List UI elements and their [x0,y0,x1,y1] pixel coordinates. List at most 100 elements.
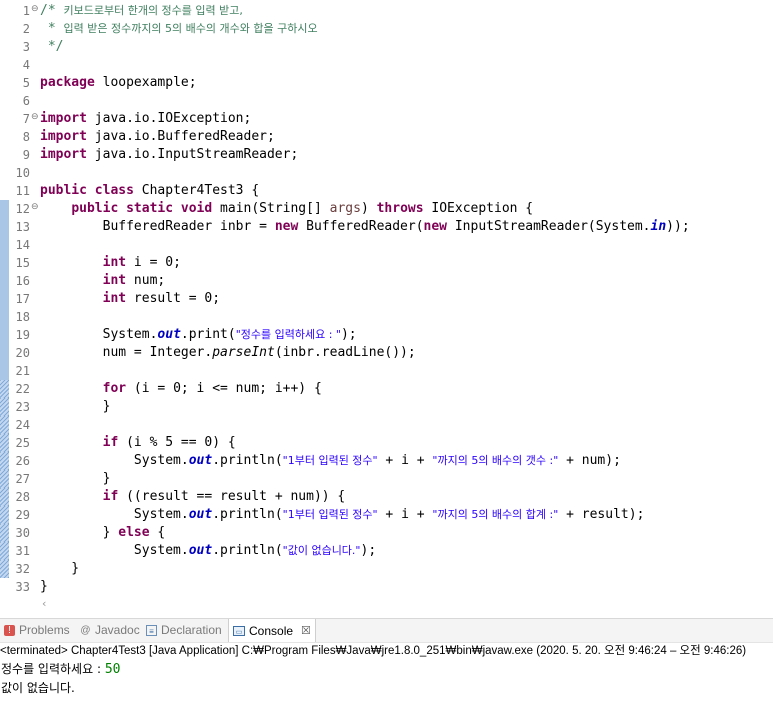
code-line: 24 [0,416,773,434]
keyword: new [274,219,299,234]
line-number: 30 [15,526,30,540]
code-text: .println( [212,507,283,522]
line-number: 15 [15,256,30,270]
tab-label: Problems [19,623,70,637]
code-text: System. [133,453,189,468]
string-literal: "까지의 5의 배수의 합계 :" [432,508,559,521]
tab-problems[interactable]: ! Problems [4,619,70,642]
code-text: loopexample; [94,75,197,90]
line-number: 12 [15,202,30,216]
tab-label: Declaration [161,623,222,637]
code-text: num = Integer. [102,345,213,360]
line-number: 19 [15,328,30,342]
tab-declaration[interactable]: ≡ Declaration [146,619,222,642]
static-field: out [188,507,213,522]
code-text: IOException { [423,201,534,216]
code-line: 26 System.out.println("1부터 입력된 정수" + i +… [0,452,773,470]
tab-label: Javadoc [95,623,140,637]
code-text: { [149,525,166,540]
comment-text: 키보드로부터 한개의 정수를 입력 받고, [63,4,243,17]
code-editor[interactable]: 1 ⊖ /* 키보드로부터 한개의 정수를 입력 받고, 2 * 입력 받은 정… [0,0,773,598]
static-field: out [188,453,213,468]
parameter-name: args [329,201,361,216]
code-line: 8 import java.io.BufferedReader; [0,128,773,146]
console-output[interactable]: 정수를 입력하세요 : 50 값이 없습니다. [0,660,773,702]
code-line: 3 */ [0,38,773,56]
console-input-value: 50 [104,662,121,677]
line-number: 2 [22,22,30,36]
comment-text: /* [40,3,64,18]
code-line: 23 } [0,398,773,416]
code-text: (inbr.readLine()); [274,345,416,360]
close-icon[interactable]: ☒ [301,620,311,643]
line-number: 26 [15,454,30,468]
fold-collapse-icon[interactable]: ⊖ [31,202,39,212]
keyword: public [40,183,87,198]
line-number: 9 [22,148,30,162]
scroll-left-icon[interactable]: ‹ [42,597,46,610]
line-number: 23 [15,400,30,414]
code-line: 15 int i = 0; [0,254,773,272]
line-number: 8 [22,130,30,144]
string-literal: "까지의 5의 배수의 갯수 :" [432,454,559,467]
code-text: BufferedReader( [298,219,424,234]
code-text: System. [133,543,189,558]
line-number: 6 [22,94,30,108]
code-text: java.io.BufferedReader; [86,129,275,144]
code-text: System. [102,327,158,342]
code-line: 6 [0,92,773,110]
code-line: 33 } [0,578,773,596]
static-field: out [188,543,213,558]
code-line: 12 ⊖ public static void main(String[] ar… [0,200,773,218]
keyword: new [423,219,448,234]
code-line: 10 [0,164,773,182]
code-line: 27 } [0,470,773,488]
console-prompt: 정수를 입력하세요 : [1,662,105,676]
console-status: <terminated> Chapter4Test3 [Java Applica… [0,642,773,660]
code-line: 28 if ((result == result + num)) { [0,488,773,506]
keyword: int [102,255,127,270]
comment-text: */ [40,39,64,54]
code-line: 14 [0,236,773,254]
code-text: } [102,525,119,540]
code-line: 4 [0,56,773,74]
code-line: 11 public class Chapter4Test3 { [0,182,773,200]
keyword: import [40,147,87,162]
line-number: 28 [15,490,30,504]
line-number: 33 [15,580,30,594]
code-text: InputStreamReader(System. [447,219,651,234]
keyword: if [102,489,119,504]
comment-text: 입력 받은 정수까지의 5의 배수의 개수와 합을 구하시오 [63,22,318,35]
line-number: 25 [15,436,30,450]
string-literal: "1부터 입력된 정수" [282,454,378,467]
line-number: 4 [22,58,30,72]
code-text: + i + [377,453,433,468]
string-literal: "값이 없습니다." [282,544,361,557]
code-text: } [102,471,111,486]
console-icon: ▭ [233,626,245,636]
line-number: 7 [22,112,30,126]
line-number: 16 [15,274,30,288]
code-text: result = 0; [126,291,221,306]
code-text: main(String[] [212,201,330,216]
code-line: 1 ⊖ /* 키보드로부터 한개의 정수를 입력 받고, [0,2,773,20]
bottom-panel-tabs: ! Problems @ Javadoc ≡ Declaration ▭ Con… [0,618,773,643]
keyword: int [102,291,127,306]
code-line: 32 } [0,560,773,578]
code-text: .println( [212,453,283,468]
code-text: (i = 0; i <= num; i++) { [126,381,322,396]
horizontal-scrollbar[interactable]: ‹ [40,597,773,612]
javadoc-at-icon: @ [80,625,91,636]
code-line: 30 } else { [0,524,773,542]
line-number: 32 [15,562,30,576]
tab-javadoc[interactable]: @ Javadoc [80,619,140,642]
fold-collapse-icon[interactable]: ⊖ [31,112,39,122]
code-text: } [102,399,111,414]
fold-collapse-icon[interactable]: ⊖ [31,4,39,14]
tab-console[interactable]: ▭ Console ☒ [228,619,316,643]
code-line: 22 for (i = 0; i <= num; i++) { [0,380,773,398]
line-number: 24 [15,418,30,432]
keyword: int [102,273,127,288]
code-text: ) [360,201,377,216]
code-text: System. [133,507,189,522]
